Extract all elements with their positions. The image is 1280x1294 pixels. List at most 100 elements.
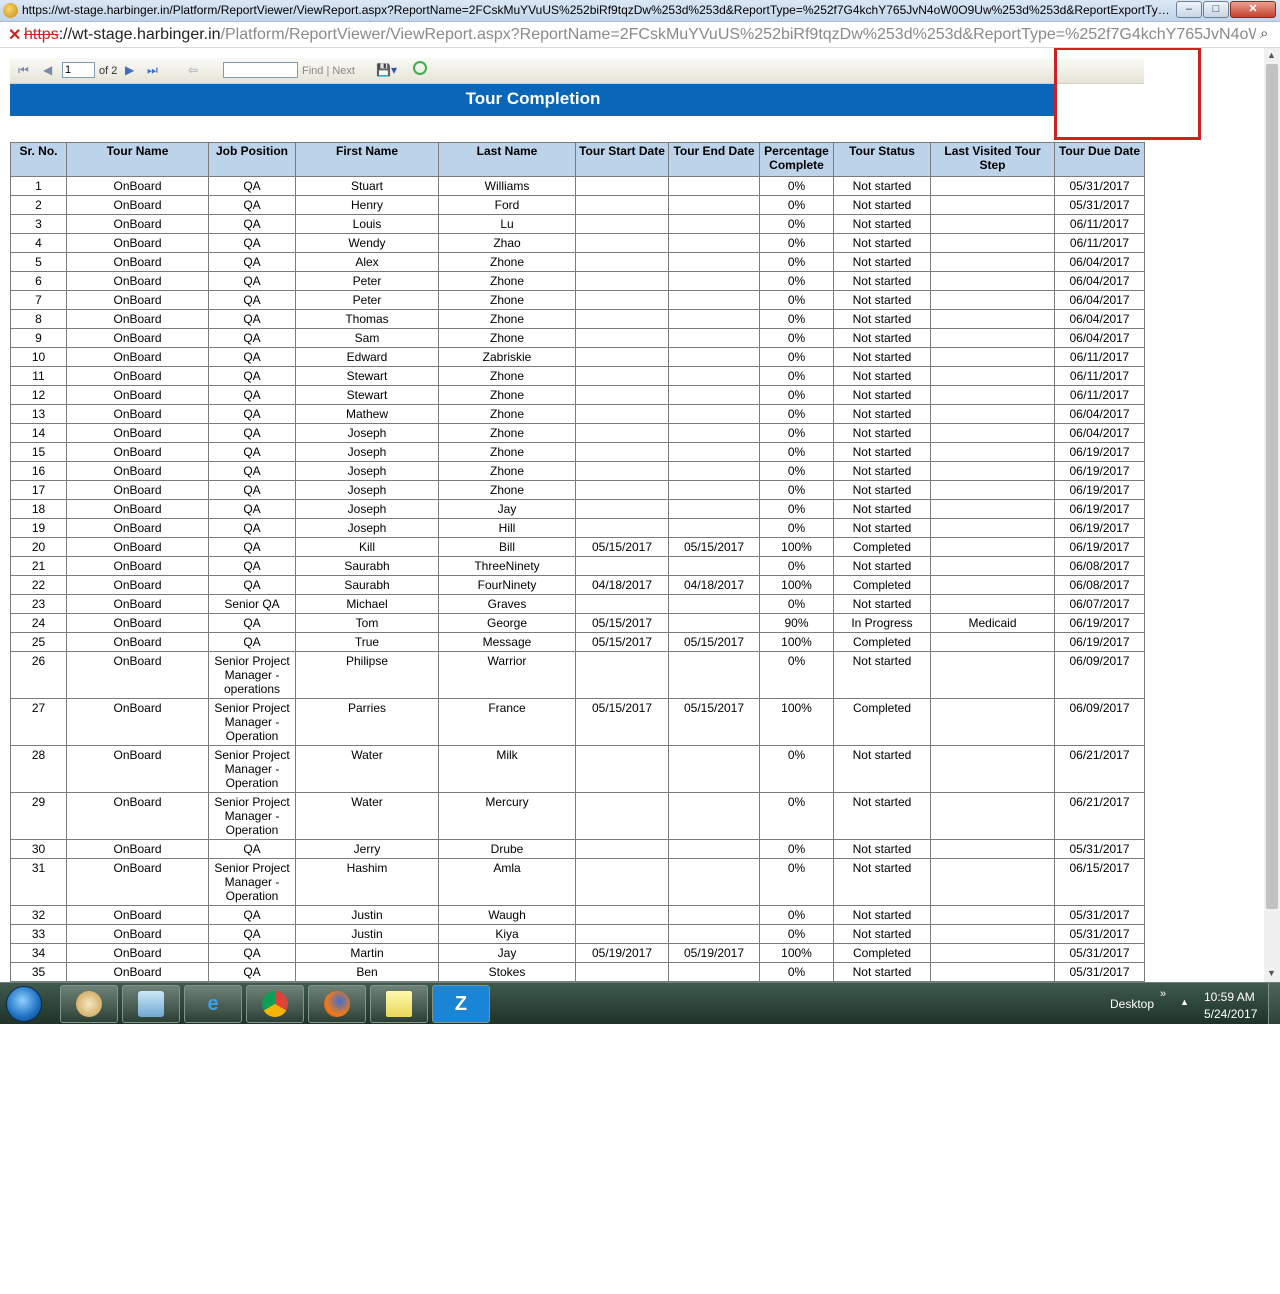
- maximize-button[interactable]: □: [1203, 1, 1229, 18]
- cell-last-name: Jay: [438, 943, 576, 963]
- scroll-down-icon[interactable]: ▼: [1267, 968, 1276, 978]
- cell-last-name: Warrior: [438, 651, 576, 699]
- sticky-notes-icon[interactable]: [370, 985, 428, 1023]
- page-number-input[interactable]: [62, 62, 95, 78]
- cell-tour-status: Not started: [833, 839, 931, 859]
- address-bar[interactable]: ✕ https://wt-stage.harbinger.in/Platform…: [0, 22, 1280, 48]
- cell-tour-due-date: 06/21/2017: [1054, 792, 1145, 840]
- cell-job-position: QA: [208, 423, 296, 443]
- cell-job-position: QA: [208, 613, 296, 633]
- table-row: 34 OnBoard QA Martin Jay 05/19/2017 05/19/2017…: [10, 943, 1145, 963]
- cell-tour-end-date: [668, 271, 760, 291]
- cell-last-visited-step: [930, 651, 1055, 699]
- column-header-tour-end-date: Tour End Date: [668, 142, 760, 177]
- scrollbar-thumb[interactable]: [1266, 64, 1278, 909]
- cell-percentage-complete: 100%: [759, 537, 834, 557]
- cell-last-name: Zhone: [438, 385, 576, 405]
- cell-percentage-complete: 0%: [759, 404, 834, 424]
- cell-tour-name: OnBoard: [66, 537, 209, 557]
- cell-first-name: Alex: [295, 252, 439, 272]
- cell-tour-name: OnBoard: [66, 347, 209, 367]
- firefox-icon[interactable]: [308, 985, 366, 1023]
- cell-tour-status: Not started: [833, 233, 931, 253]
- magnifier-icon[interactable]: ⌕: [1260, 25, 1268, 42]
- internet-explorer-icon[interactable]: e: [184, 985, 242, 1023]
- cell-tour-start-date: [575, 252, 669, 272]
- cell-sr-no: 6: [10, 271, 67, 291]
- cell-job-position: QA: [208, 366, 296, 386]
- cell-tour-name: OnBoard: [66, 442, 209, 462]
- cell-percentage-complete: 0%: [759, 176, 834, 196]
- cell-tour-status: Not started: [833, 962, 931, 982]
- cell-tour-due-date: 06/08/2017: [1054, 575, 1145, 595]
- cell-job-position: QA: [208, 233, 296, 253]
- vertical-scrollbar[interactable]: ▲ ▼: [1264, 48, 1280, 982]
- cell-tour-start-date: [575, 839, 669, 859]
- clock-time[interactable]: 10:59 AM: [1204, 990, 1255, 1004]
- export-icon[interactable]: 💾▾: [376, 63, 397, 77]
- cell-first-name: Joseph: [295, 442, 439, 462]
- chrome-icon[interactable]: [246, 985, 304, 1023]
- table-row: 16 OnBoard QA Joseph Zhone 0% Not started 06/19…: [10, 461, 1145, 481]
- cell-tour-status: Not started: [833, 309, 931, 329]
- show-desktop-button[interactable]: [1268, 983, 1280, 1024]
- previous-page-icon[interactable]: ◀: [43, 63, 52, 77]
- cell-sr-no: 29: [10, 792, 67, 840]
- certificate-error-icon[interactable]: ✕: [8, 25, 21, 45]
- find-next-link[interactable]: Find | Next: [302, 65, 355, 77]
- back-to-parent-icon[interactable]: ⇦: [188, 63, 198, 77]
- paint-icon[interactable]: [60, 985, 118, 1023]
- clock-date[interactable]: 5/24/2017: [1204, 1007, 1257, 1021]
- cell-tour-end-date: [668, 962, 760, 982]
- cell-first-name: Peter: [295, 271, 439, 291]
- table-row: 13 OnBoard QA Mathew Zhone 0% Not started 06/04…: [10, 404, 1145, 424]
- show-hidden-icons-icon[interactable]: ▲: [1180, 997, 1189, 1007]
- cell-first-name: Sam: [295, 328, 439, 348]
- cell-last-visited-step: [930, 905, 1055, 925]
- cell-first-name: Joseph: [295, 461, 439, 481]
- cell-first-name: Hashim: [295, 858, 439, 906]
- file-explorer-icon[interactable]: [122, 985, 180, 1023]
- cell-tour-status: Not started: [833, 214, 931, 234]
- cell-last-visited-step: [930, 214, 1055, 234]
- cell-tour-name: OnBoard: [66, 271, 209, 291]
- next-page-icon[interactable]: ▶: [125, 63, 134, 77]
- find-input[interactable]: [223, 62, 298, 78]
- cell-tour-start-date: [575, 745, 669, 793]
- cell-job-position: QA: [208, 924, 296, 944]
- cell-tour-end-date: [668, 924, 760, 944]
- cell-tour-name: OnBoard: [66, 252, 209, 272]
- cell-tour-name: OnBoard: [66, 214, 209, 234]
- start-button[interactable]: [6, 986, 42, 1022]
- scroll-up-icon[interactable]: ▲: [1267, 50, 1276, 60]
- url-text[interactable]: https://wt-stage.harbinger.in/Platform/R…: [24, 26, 1256, 44]
- cell-tour-status: Not started: [833, 176, 931, 196]
- desktop-toolbar-label[interactable]: Desktop: [1110, 997, 1154, 1011]
- expand-toolbar-icon[interactable]: »: [1160, 988, 1166, 1000]
- cell-percentage-complete: 0%: [759, 962, 834, 982]
- cell-last-name: Zhone: [438, 480, 576, 500]
- cell-first-name: Joseph: [295, 499, 439, 519]
- cell-last-name: Zhone: [438, 461, 576, 481]
- cell-job-position: QA: [208, 309, 296, 329]
- table-row: 11 OnBoard QA Stewart Zhone 0% Not started 06/1…: [10, 366, 1145, 386]
- zoho-icon[interactable]: Z: [432, 985, 490, 1023]
- cell-tour-due-date: 06/04/2017: [1054, 328, 1145, 348]
- cell-tour-due-date: 05/31/2017: [1054, 839, 1145, 859]
- cell-first-name: Saurabh: [295, 575, 439, 595]
- cell-sr-no: 3: [10, 214, 67, 234]
- minimize-button[interactable]: –: [1176, 1, 1202, 18]
- close-button[interactable]: ✕: [1230, 1, 1276, 18]
- cell-sr-no: 16: [10, 461, 67, 481]
- taskbar: e Z Desktop » ▲ 10:59 AM 5/24/2017: [0, 982, 1280, 1024]
- cell-tour-end-date: 05/15/2017: [668, 537, 760, 557]
- table-row: 12 OnBoard QA Stewart Zhone 0% Not started 06/1…: [10, 385, 1145, 405]
- cell-job-position: Senior Project Manager - Operation: [208, 698, 296, 746]
- cell-first-name: Joseph: [295, 480, 439, 500]
- cell-last-name: ThreeNinety: [438, 556, 576, 576]
- refresh-icon[interactable]: [413, 61, 427, 75]
- table-row: 30 OnBoard QA Jerry Drube 0% Not started 05/31/…: [10, 839, 1145, 859]
- last-page-icon[interactable]: ⏭: [147, 63, 158, 78]
- first-page-icon[interactable]: ⏮: [18, 63, 29, 78]
- cell-sr-no: 23: [10, 594, 67, 614]
